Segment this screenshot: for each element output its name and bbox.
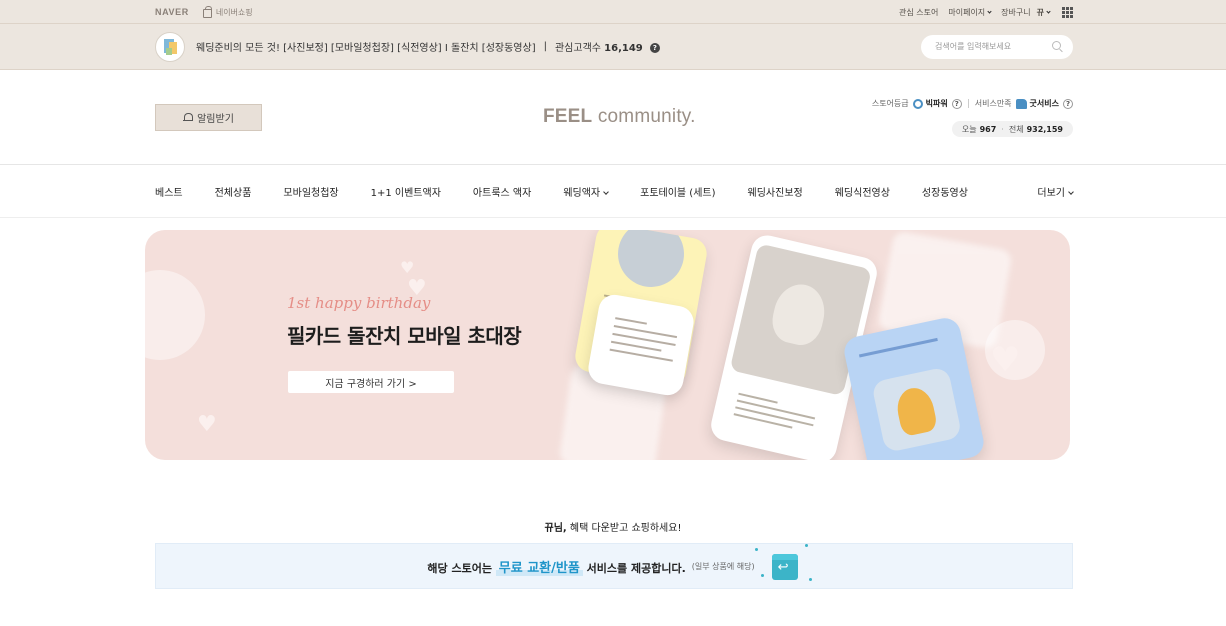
nav-item-wedding-video[interactable]: 웨딩식전영상 — [835, 184, 890, 199]
nav-item-growth-video[interactable]: 성장동영상 — [922, 184, 968, 199]
service-value: 굿서비스 — [1029, 99, 1059, 108]
dot-separator: · — [1001, 124, 1004, 134]
user-name: 뀨님, — [544, 523, 567, 534]
notification-subscribe-button[interactable]: 알림받기 — [155, 104, 262, 131]
store-grade: 스토어등급 빅파워 ? 서비스만족 굿서비스 ? — [872, 98, 1073, 109]
free-return-banner[interactable]: 해당 스토어는 무료 교환/반품 서비스를 제공합니다. (일부 상품에 해당) — [155, 543, 1073, 589]
divider — [967, 99, 969, 108]
service-label: 서비스만족 — [974, 99, 1012, 108]
naver-logo[interactable]: NAVER — [155, 7, 189, 17]
nav-item-event-frame[interactable]: 1+1 이벤트액자 — [371, 184, 441, 199]
banner-cta-button[interactable]: 지금 구경하러 가기 > — [288, 371, 454, 393]
heart-icon: ♥ — [400, 258, 415, 277]
store-avatar[interactable] — [155, 31, 185, 62]
help-icon[interactable]: ? — [649, 43, 660, 53]
logo-bold: FEEL — [543, 106, 593, 127]
cart-link[interactable]: 장바구니 — [1001, 7, 1030, 18]
nav-item-all-products[interactable]: 전체상품 — [215, 184, 252, 199]
naver-shopping-label: 네이버쇼핑 — [215, 7, 253, 17]
nav-item-wedding-retouch[interactable]: 웨딩사진보정 — [748, 184, 803, 199]
store-description: 웨딩준비의 모든 것! [사진보정] [모바일청첩장] [식전영상] I 돌잔치… — [196, 43, 536, 54]
invitation-card-image — [585, 292, 697, 398]
return-suffix: 서비스를 제공합니다. — [582, 561, 686, 575]
today-label: 오늘 — [961, 124, 977, 134]
return-prefix: 해당 스토어는 — [427, 561, 496, 575]
fans-count: 관심고객수 16,149 ? — [555, 39, 660, 54]
search-input[interactable] — [935, 42, 1045, 51]
benefit-greeting: 뀨님, 혜택 다운받고 쇼핑하세요! — [0, 519, 1226, 534]
user-name: 뀨 — [1036, 7, 1044, 17]
banner-title: 필카드 돌잔치 모바일 초대장 — [287, 324, 522, 348]
promo-banner[interactable]: ♥ ♥ ♥ ♥ 1st happy birthday 필카드 돌잔치 모바일 초… — [145, 230, 1070, 460]
mypage-label: 마이페이지 — [948, 7, 986, 17]
shopping-bag-icon — [202, 5, 212, 18]
return-highlight: 무료 교환/반품 — [495, 560, 583, 576]
user-menu[interactable]: 뀨 — [1036, 7, 1051, 18]
nav-item-best[interactable]: 베스트 — [155, 184, 183, 199]
heart-icon: ♥ — [197, 412, 217, 437]
thumbs-up-icon — [1015, 98, 1027, 109]
search-icon[interactable] — [1052, 41, 1063, 52]
grade-label: 스토어등급 — [871, 99, 909, 108]
fans-value: 16,149 — [604, 43, 643, 54]
mypage-link[interactable]: 마이페이지 — [948, 7, 992, 18]
naver-shopping-link[interactable]: 네이버쇼핑 — [202, 5, 253, 18]
divider: | — [543, 41, 547, 52]
visitor-count: 오늘 967 · 전체 932,159 — [951, 121, 1073, 137]
nav-item-mobile-invitation[interactable]: 모바일청첩장 — [283, 184, 338, 199]
benefit-message: 혜택 다운받고 쇼핑하세요! — [566, 523, 682, 534]
top-right-links: 관심 스토어 마이페이지 장바구니 뀨 — [889, 6, 1073, 18]
total-label: 전체 — [1008, 124, 1024, 134]
chevron-down-icon — [987, 8, 992, 14]
nav-item-artlux-frame[interactable]: 아트룩스 액자 — [473, 184, 531, 199]
apps-grid-icon[interactable] — [1062, 6, 1073, 18]
return-service-text: 해당 스토어는 무료 교환/반품 서비스를 제공합니다. — [427, 557, 686, 576]
chevron-down-icon — [1046, 8, 1051, 14]
return-box-icon — [754, 544, 812, 582]
today-value: 967 — [979, 124, 997, 134]
store-header: 알림받기 FEEL community. 스토어등급 빅파워 ? 서비스만족 굿… — [0, 70, 1226, 165]
medal-icon — [912, 98, 923, 109]
logo-light: community. — [592, 106, 696, 127]
decorative-glow — [145, 270, 205, 360]
chevron-down-icon — [603, 188, 609, 195]
nav-item-wedding-frame[interactable]: 웨딩액자 — [563, 184, 609, 199]
nav-more-button[interactable]: 더보기 — [1037, 184, 1074, 199]
fans-label: 관심고객수 — [554, 43, 601, 54]
chevron-down-icon — [1068, 188, 1074, 195]
banner-subtitle: 1st happy birthday — [287, 294, 431, 312]
top-utility-bar: NAVER 네이버쇼핑 관심 스토어 마이페이지 장바구니 뀨 — [0, 0, 1226, 24]
total-value: 932,159 — [1026, 124, 1063, 134]
heart-icon: ♥ — [990, 340, 1021, 380]
category-nav: 베스트 전체상품 모바일청첩장 1+1 이벤트액자 아트룩스 액자 웨딩액자 포… — [0, 165, 1226, 218]
help-icon[interactable]: ? — [1063, 98, 1073, 109]
bell-icon — [183, 112, 194, 123]
store-logo[interactable]: FEEL community. — [543, 106, 696, 128]
store-search-box — [921, 34, 1073, 59]
nav-item-photo-table[interactable]: 포토테이블 (세트) — [640, 184, 715, 199]
nav-more-label: 더보기 — [1037, 187, 1065, 199]
notification-label: 알림받기 — [197, 114, 234, 125]
help-icon[interactable]: ? — [951, 98, 962, 109]
grade-value: 빅파워 — [925, 99, 948, 108]
favorite-stores-link[interactable]: 관심 스토어 — [899, 7, 938, 18]
return-note: (일부 상품에 해당) — [691, 561, 755, 571]
nav-item-label: 웨딩액자 — [563, 187, 601, 199]
store-info-bar: 웨딩준비의 모든 것! [사진보정] [모바일청첩장] [식전영상] I 돌잔치… — [0, 24, 1226, 70]
